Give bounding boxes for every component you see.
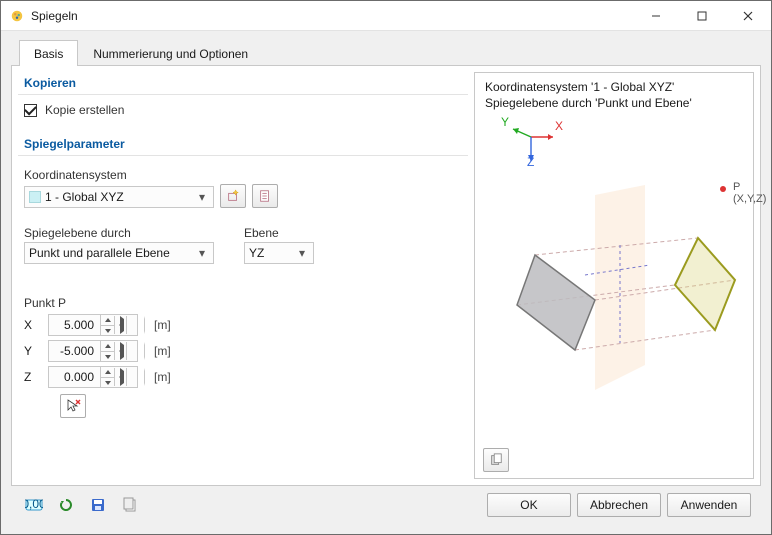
dialog-window: Spiegeln Basis Nummerierung und Optionen… [0, 0, 772, 535]
tab-basis[interactable]: Basis [19, 40, 78, 66]
left-panel: Kopieren Kopie erstellen Spiegelparamete… [18, 72, 468, 479]
footer: 0,00 OK Abbrechen Anwenden [11, 486, 761, 524]
button-label: Anwenden [681, 498, 738, 512]
point-y-row: Y -5.000 [m] [18, 338, 468, 364]
copy-icon [489, 453, 503, 467]
chevron-down-icon: ▾ [195, 246, 209, 260]
save-icon [90, 497, 106, 513]
units-button[interactable]: 0,00 [21, 493, 47, 517]
document-icon [258, 189, 272, 203]
plane-value: YZ [249, 246, 295, 260]
app-icon [9, 8, 25, 24]
preview-line-2: Spiegelebene durch 'Punkt und Ebene' [485, 95, 743, 111]
unit-label: [m] [154, 318, 171, 332]
separator [18, 155, 468, 156]
chevron-down-icon: ▾ [195, 190, 209, 204]
axis-z-label: Z [24, 370, 38, 384]
point-y-value: -5.000 [49, 344, 100, 358]
spinner-horizontal[interactable] [114, 316, 137, 334]
refresh-icon [58, 497, 74, 513]
group-copy-title: Kopieren [18, 72, 468, 92]
plane-combo[interactable]: YZ ▾ [244, 242, 314, 264]
spinner-vertical[interactable] [100, 367, 114, 387]
spinner-horizontal[interactable] [114, 342, 137, 360]
create-copy-label: Kopie erstellen [45, 103, 124, 117]
window-buttons [633, 1, 771, 30]
preview-panel: Koordinatensystem '1 - Global XYZ' Spieg… [474, 72, 754, 479]
group-params-title: Spiegelparameter [18, 133, 468, 153]
axis-x-label: X [555, 119, 563, 133]
client-area: Basis Nummerierung und Optionen Kopieren… [1, 31, 771, 534]
create-copy-checkbox[interactable] [24, 104, 37, 117]
titlebar: Spiegeln [1, 1, 771, 31]
close-button[interactable] [725, 1, 771, 30]
preview-caption: Koordinatensystem '1 - Global XYZ' Spieg… [485, 79, 743, 111]
point-x-value: 5.000 [49, 318, 100, 332]
spinner-vertical[interactable] [100, 315, 114, 335]
button-label: OK [520, 498, 537, 512]
point-x-input[interactable]: 5.000 [48, 314, 138, 336]
tab-strip: Basis Nummerierung und Optionen [19, 39, 761, 65]
units-icon: 0,00 [25, 497, 43, 513]
preview-line-1: Koordinatensystem '1 - Global XYZ' [485, 79, 743, 95]
pick-point-button[interactable] [60, 394, 86, 418]
new-coord-system-button[interactable] [220, 184, 246, 208]
separator [18, 94, 468, 95]
tab-page: Kopieren Kopie erstellen Spiegelparamete… [11, 65, 761, 486]
coord-system-value: 1 - Global XYZ [45, 190, 195, 204]
maximize-button[interactable] [679, 1, 725, 30]
point-p-label: P (X,Y,Z) [733, 181, 766, 205]
coord-system-combo[interactable]: 1 - Global XYZ ▾ [24, 186, 214, 208]
mirror-by-combo[interactable]: Punkt und parallele Ebene ▾ [24, 242, 214, 264]
point-p-title: Punkt P [18, 290, 468, 312]
tab-label: Basis [34, 47, 63, 61]
point-x-row: X 5.000 [m] [18, 312, 468, 338]
cancel-button[interactable]: Abbrechen [577, 493, 661, 517]
clipboard-icon [122, 497, 138, 513]
unit-label: [m] [154, 344, 171, 358]
svg-text:0,00: 0,00 [25, 497, 43, 511]
button-label: Abbrechen [590, 498, 648, 512]
minimize-button[interactable] [633, 1, 679, 30]
point-z-value: 0.000 [49, 370, 100, 384]
spinner-vertical[interactable] [100, 341, 114, 361]
plane-label: Ebene [244, 220, 314, 242]
point-z-row: Z 0.000 [m] [18, 364, 468, 390]
unit-label: [m] [154, 370, 171, 384]
axis-x-label: X [24, 318, 38, 332]
mirror-plane-row: Spiegelebene durch Punkt und parallele E… [18, 220, 468, 264]
mirror-by-value: Punkt und parallele Ebene [29, 246, 195, 260]
coord-system-swatch [29, 191, 41, 203]
refresh-button[interactable] [53, 493, 79, 517]
axis-y-label: Y [501, 115, 509, 129]
mirror-by-label: Spiegelebene durch [24, 220, 214, 242]
spinner-horizontal[interactable] [114, 368, 137, 386]
tab-options[interactable]: Nummerierung und Optionen [78, 40, 263, 66]
edit-coord-system-button[interactable] [252, 184, 278, 208]
apply-button[interactable]: Anwenden [667, 493, 751, 517]
point-y-input[interactable]: -5.000 [48, 340, 138, 362]
cursor-pick-icon [65, 398, 81, 414]
coord-system-row: 1 - Global XYZ ▾ [18, 184, 468, 208]
point-z-input[interactable]: 0.000 [48, 366, 138, 388]
mirror-diagram [485, 155, 755, 415]
copy-row: Kopie erstellen [18, 101, 468, 119]
axis-y-label: Y [24, 344, 38, 358]
chevron-down-icon: ▾ [295, 246, 309, 260]
sparkle-new-icon [226, 189, 240, 203]
clipboard-button[interactable] [117, 493, 143, 517]
preview-tool-button[interactable] [483, 448, 509, 472]
save-button-footer[interactable] [85, 493, 111, 517]
preview-canvas[interactable]: X Y Z [485, 115, 743, 472]
tab-label: Nummerierung und Optionen [93, 47, 248, 61]
window-title: Spiegeln [31, 9, 633, 23]
ok-button[interactable]: OK [487, 493, 571, 517]
coord-system-label: Koordinatensystem [18, 162, 468, 184]
